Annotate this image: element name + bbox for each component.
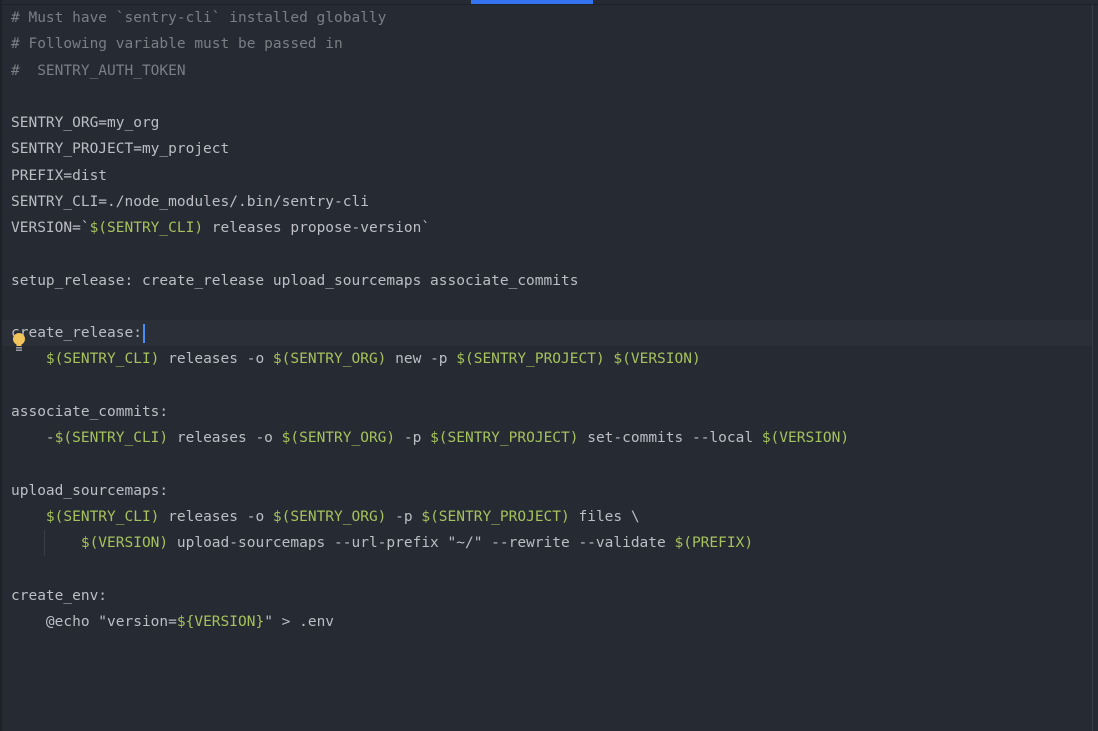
- comment-token: # SENTRY_AUTH_TOKEN: [11, 62, 186, 79]
- text-token: files \: [569, 508, 640, 525]
- comment-token: # Following variable must be passed in: [11, 36, 343, 53]
- code-line[interactable]: [11, 241, 1086, 267]
- code-line[interactable]: VERSION=`$(SENTRY_CLI) releases propose-…: [11, 215, 1086, 241]
- code-line[interactable]: # Must have `sentry-cli` installed globa…: [11, 5, 1086, 31]
- text-token: releases -o: [159, 508, 273, 525]
- variable-token: $(SENTRY_CLI): [54, 430, 169, 446]
- code-line[interactable]: $(SENTRY_CLI) releases -o $(SENTRY_ORG) …: [11, 346, 1086, 372]
- lightbulb-icon[interactable]: [12, 332, 26, 354]
- variable-token: $(SENTRY_ORG): [272, 508, 387, 525]
- vertical-scrollbar[interactable]: [1092, 5, 1093, 731]
- variable-token: $(VERSION): [80, 535, 169, 551]
- text-token: upload-sourcemaps --url-prefix "~/" --re…: [168, 535, 675, 551]
- variable-token: $(VERSION): [761, 430, 850, 446]
- code-line[interactable]: SENTRY_CLI=./node_modules/.bin/sentry-cl…: [11, 189, 1086, 215]
- code-line[interactable]: [11, 556, 1086, 582]
- text-token: SENTRY_ORG=my_org: [11, 115, 160, 131]
- code-line[interactable]: create_release:: [2, 320, 1092, 347]
- text-token: setup_release: create_release upload_sou…: [11, 272, 579, 289]
- text-token: new -p: [386, 351, 457, 368]
- code-line[interactable]: # Following variable must be passed in: [11, 31, 1086, 57]
- variable-token: $(SENTRY_PROJECT): [430, 430, 579, 446]
- text-token: @echo "version=: [11, 613, 177, 630]
- text-token: VERSION=`: [11, 220, 90, 236]
- text-token: create_release:: [11, 325, 142, 341]
- code-line[interactable]: -$(SENTRY_CLI) releases -o $(SENTRY_ORG)…: [11, 425, 1086, 451]
- comment-token: # Must have `sentry-cli` installed globa…: [11, 10, 387, 26]
- variable-token: ${VERSION}: [176, 613, 265, 630]
- code-line[interactable]: [11, 294, 1086, 320]
- code-editor[interactable]: # Must have `sentry-cli` installed globa…: [0, 0, 1098, 731]
- text-token: PREFIX=dist: [11, 167, 108, 184]
- code-line[interactable]: $(VERSION) upload-sourcemaps --url-prefi…: [11, 530, 1086, 556]
- code-line[interactable]: SENTRY_ORG=my_org: [11, 110, 1086, 136]
- text-token: associate_commits:: [11, 403, 169, 420]
- variable-token: $(PREFIX): [674, 535, 754, 551]
- text-token: create_env:: [11, 587, 108, 604]
- code-line[interactable]: create_env:: [11, 583, 1086, 609]
- code-line[interactable]: PREFIX=dist: [11, 163, 1086, 189]
- variable-token: $(SENTRY_CLI): [89, 220, 204, 236]
- code-line[interactable]: @echo "version=${VERSION}" > .env: [11, 609, 1086, 635]
- variable-token: $(SENTRY_PROJECT): [421, 508, 570, 525]
- code-area[interactable]: # Must have `sentry-cli` installed globa…: [2, 5, 1092, 635]
- code-line[interactable]: # SENTRY_AUTH_TOKEN: [11, 58, 1086, 84]
- code-line[interactable]: associate_commits:: [11, 399, 1086, 425]
- text-token: releases propose-version`: [203, 220, 431, 236]
- text-token: SENTRY_CLI=./node_modules/.bin/sentry-cl…: [11, 193, 369, 210]
- text-token: -: [11, 430, 55, 446]
- variable-token: $(SENTRY_CLI): [45, 508, 160, 525]
- variable-token: $(SENTRY_ORG): [272, 351, 387, 368]
- text-token: -p: [395, 430, 431, 446]
- code-line[interactable]: [11, 373, 1086, 399]
- editor-left-border: [0, 0, 2, 731]
- text-token: set-commits --local: [578, 430, 762, 446]
- text-token: " > .env: [264, 613, 335, 630]
- code-line[interactable]: [11, 84, 1086, 110]
- code-line[interactable]: upload_sourcemaps:: [11, 478, 1086, 504]
- text-token: upload_sourcemaps:: [11, 482, 169, 499]
- text-token: releases -o: [159, 351, 273, 368]
- text-token: releases -o: [168, 430, 282, 446]
- variable-token: $(VERSION): [613, 351, 701, 368]
- text-token: -p: [386, 508, 422, 525]
- text-caret: [142, 323, 145, 343]
- variable-token: $(SENTRY_CLI): [45, 351, 160, 368]
- indent-guide: [44, 530, 45, 556]
- code-line[interactable]: setup_release: create_release upload_sou…: [11, 268, 1086, 294]
- code-line[interactable]: [11, 451, 1086, 477]
- text-token: SENTRY_PROJECT=my_project: [11, 141, 230, 158]
- variable-token: $(SENTRY_ORG): [281, 430, 396, 446]
- variable-token: $(SENTRY_PROJECT): [456, 351, 605, 368]
- code-line[interactable]: $(SENTRY_CLI) releases -o $(SENTRY_ORG) …: [11, 504, 1086, 530]
- code-line[interactable]: SENTRY_PROJECT=my_project: [11, 136, 1086, 162]
